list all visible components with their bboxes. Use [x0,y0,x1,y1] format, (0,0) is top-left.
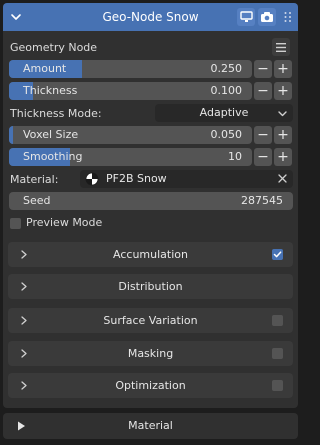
surface-variation-checkbox[interactable] [272,315,283,326]
minus-icon: − [257,149,269,165]
minus-icon: − [257,83,269,99]
close-icon[interactable] [278,174,287,183]
voxel-size-increment-button[interactable]: + [274,126,292,144]
material-selector[interactable]: PF2B Snow [80,170,293,188]
geometry-node-label: Geometry Node [10,41,98,54]
monitor-icon [239,11,253,22]
voxel-size-value: 0.050 [210,128,243,141]
amount-slider[interactable]: Amount 0.250 [9,60,252,78]
accumulation-checkbox[interactable] [272,249,283,260]
subpanel-title: Masking [127,347,174,360]
preview-mode-checkbox[interactable] [10,218,21,229]
smoothing-slider[interactable]: Smoothing 10 [9,148,252,166]
node-menu-button[interactable] [272,38,290,56]
material-sphere-icon [85,172,99,186]
thickness-mode-value: Adaptive [199,106,249,119]
subpanel-optimization[interactable]: Optimization [8,373,293,398]
voxel-size-fill [9,126,13,144]
plus-icon: + [277,61,289,77]
masking-checkbox[interactable] [272,348,283,359]
geo-node-snow-panel: Geo-Node Snow Geometry Node Amount 0.250… [3,3,298,408]
subpanel-title: Surface Variation [103,314,198,327]
voxel-size-slider[interactable]: Voxel Size 0.050 [9,126,252,144]
amount-label: Amount [23,62,67,75]
subpanel-title: Optimization [115,379,186,392]
minus-icon: − [257,127,269,143]
optimization-checkbox[interactable] [272,380,283,391]
plus-icon: + [277,149,289,165]
amount-increment-button[interactable]: + [274,60,292,78]
minus-icon: − [257,61,269,77]
preview-mode-label: Preview Mode [26,216,103,229]
material-value: PF2B Snow [106,172,167,185]
thickness-label: Thickness [23,84,78,97]
render-camera-button[interactable] [258,8,276,26]
drag-handle-icon[interactable] [283,11,293,23]
amount-value: 0.250 [210,62,243,75]
thickness-increment-button[interactable]: + [274,82,292,100]
thickness-value: 0.100 [210,84,243,97]
list-menu-icon [276,42,286,52]
subpanel-masking[interactable]: Masking [8,341,293,366]
material-panel-title: Material [128,419,173,432]
subpanel-distribution[interactable]: Distribution [8,274,293,299]
material-panel-header[interactable]: Material [3,413,298,439]
subpanel-title: Distribution [118,280,183,293]
seed-value: 287545 [241,194,283,207]
seed-label: Seed [23,194,51,207]
smoothing-label: Smoothing [23,150,83,163]
thickness-mode-label: Thickness Mode: [10,107,102,120]
thickness-mode-dropdown[interactable]: Adaptive [155,104,293,122]
smoothing-value: 10 [228,150,242,163]
panel-header[interactable]: Geo-Node Snow [3,3,298,31]
thickness-decrement-button[interactable]: − [254,82,272,100]
camera-icon [261,12,273,22]
checkmark-icon [273,251,282,258]
chevron-down-icon [278,111,287,117]
smoothing-decrement-button[interactable]: − [254,148,272,166]
amount-decrement-button[interactable]: − [254,60,272,78]
seed-field[interactable]: Seed 287545 [9,192,293,210]
plus-icon: + [277,83,289,99]
plus-icon: + [277,127,289,143]
thickness-slider[interactable]: Thickness 0.100 [9,82,252,100]
subpanel-surface-variation[interactable]: Surface Variation [8,308,293,333]
voxel-size-decrement-button[interactable]: − [254,126,272,144]
smoothing-increment-button[interactable]: + [274,148,292,166]
material-label: Material: [10,173,59,186]
subpanel-accumulation[interactable]: Accumulation [8,242,293,267]
subpanel-title: Accumulation [113,248,188,261]
viewport-display-button[interactable] [237,8,255,26]
voxel-size-label: Voxel Size [23,128,79,141]
